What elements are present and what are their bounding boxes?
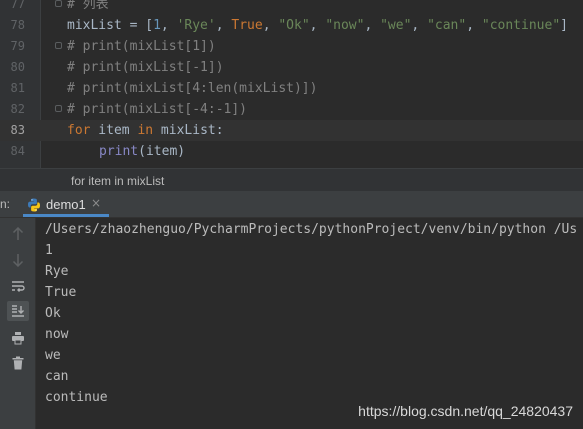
- watermark: https://blog.csdn.net/qq_24820437: [358, 403, 573, 419]
- code-line-77[interactable]: 77 # 列表: [0, 0, 583, 15]
- run-toolbar: [0, 218, 36, 429]
- console-line: Rye: [45, 264, 69, 279]
- code-line-81[interactable]: 81 # print(mixList[4:len(mixList)]): [0, 78, 583, 99]
- code-line-80[interactable]: 80 # print(mixList[-1]): [0, 57, 583, 78]
- code-line-79[interactable]: 79 # print(mixList[1]): [0, 36, 583, 57]
- code-text: # print(mixList[-1]): [67, 57, 224, 78]
- code-token: ]: [560, 18, 568, 33]
- code-text: # print(mixList[1]): [67, 36, 216, 57]
- code-token: 'Rye': [176, 18, 216, 33]
- breadcrumb[interactable]: for item in mixList: [0, 168, 583, 192]
- console-line: Ok: [45, 306, 61, 321]
- line-number: 79: [10, 39, 25, 53]
- code-token: ,: [364, 18, 381, 33]
- code-token: 1: [153, 18, 161, 33]
- code-token: "Ok": [278, 18, 310, 33]
- code-token: for: [67, 123, 91, 138]
- line-number: 84: [10, 144, 25, 158]
- code-token: ,: [262, 18, 279, 33]
- soft-wrap-icon[interactable]: [7, 276, 29, 296]
- close-icon[interactable]: ×: [91, 196, 101, 210]
- code-token: ,: [466, 18, 482, 33]
- arrow-down-icon[interactable]: [7, 250, 29, 270]
- console-line: now: [45, 327, 69, 342]
- line-number: 82: [10, 102, 25, 116]
- arrow-up-icon[interactable]: [7, 224, 29, 244]
- code-token: print: [99, 144, 139, 159]
- code-text: mixList = [1, 'Rye', True, "Ok", "now", …: [67, 15, 568, 36]
- code-token: ,: [160, 18, 177, 33]
- code-text: print(item): [99, 141, 185, 162]
- console-line: can: [45, 369, 69, 384]
- fold-marker-icon[interactable]: [55, 0, 62, 7]
- code-token: "we": [380, 18, 412, 33]
- code-token: "can": [427, 18, 467, 33]
- code-token: # 列表: [67, 0, 109, 12]
- code-line-84[interactable]: 84 print(item): [0, 141, 583, 162]
- console-line: continue: [45, 390, 108, 405]
- code-token: mixList = [: [67, 18, 154, 33]
- code-token: # print(mixList[1]): [67, 39, 216, 54]
- code-token: # print(mixList[4:len(mixList)]): [67, 81, 318, 96]
- code-editor[interactable]: 77 # 列表 78 mixList = [1, 'Rye', True, "O…: [0, 0, 583, 168]
- code-token: ,: [215, 18, 232, 33]
- line-number: 77: [10, 0, 25, 11]
- console-line: True: [45, 285, 77, 300]
- fold-marker-icon[interactable]: [55, 105, 62, 112]
- code-token: item: [90, 123, 138, 138]
- code-token: ,: [411, 18, 428, 33]
- code-token: "now": [325, 18, 365, 33]
- console-line: we: [45, 348, 61, 363]
- code-token: (item): [138, 144, 186, 159]
- console-line: /Users/zhaozhenguo/PycharmProjects/pytho…: [45, 222, 578, 237]
- code-text: # print(mixList[4:len(mixList)]): [67, 78, 317, 99]
- code-text: # print(mixList[-4:-1]): [67, 99, 247, 120]
- code-token: ,: [309, 18, 326, 33]
- run-console-output[interactable]: /Users/zhaozhenguo/PycharmProjects/pytho…: [36, 218, 583, 429]
- code-token: True: [231, 18, 263, 33]
- code-line-78[interactable]: 78 mixList = [1, 'Rye', True, "Ok", "now…: [0, 15, 583, 36]
- run-window-title: n:: [0, 197, 11, 211]
- console-line: 1: [45, 243, 53, 258]
- code-token: "continue": [481, 18, 561, 33]
- active-tab-indicator: [23, 214, 109, 217]
- code-token: in: [137, 123, 154, 138]
- tab-demo1[interactable]: demo1 ×: [23, 192, 109, 217]
- breadcrumb-item[interactable]: for item in mixList: [71, 174, 164, 188]
- code-token: # print(mixList[-4:-1]): [67, 102, 248, 117]
- line-number: 78: [10, 18, 25, 32]
- trash-icon[interactable]: [7, 353, 29, 373]
- run-tool-window-header: n: demo1 ×: [0, 192, 583, 218]
- print-icon[interactable]: [7, 328, 29, 348]
- line-number: 81: [10, 81, 25, 95]
- line-number: 83: [10, 123, 25, 137]
- code-line-82[interactable]: 82 # print(mixList[-4:-1]): [0, 99, 583, 120]
- code-token: mixList:: [153, 123, 224, 138]
- code-line-83[interactable]: 83 for item in mixList:: [0, 120, 583, 141]
- tab-label: demo1: [46, 197, 86, 212]
- scroll-to-end-icon[interactable]: [7, 301, 29, 321]
- code-text: for item in mixList:: [67, 120, 224, 141]
- fold-marker-icon[interactable]: [55, 42, 62, 49]
- code-token: # print(mixList[-1]): [67, 60, 224, 75]
- line-number: 80: [10, 60, 25, 74]
- code-text: # 列表: [67, 0, 109, 15]
